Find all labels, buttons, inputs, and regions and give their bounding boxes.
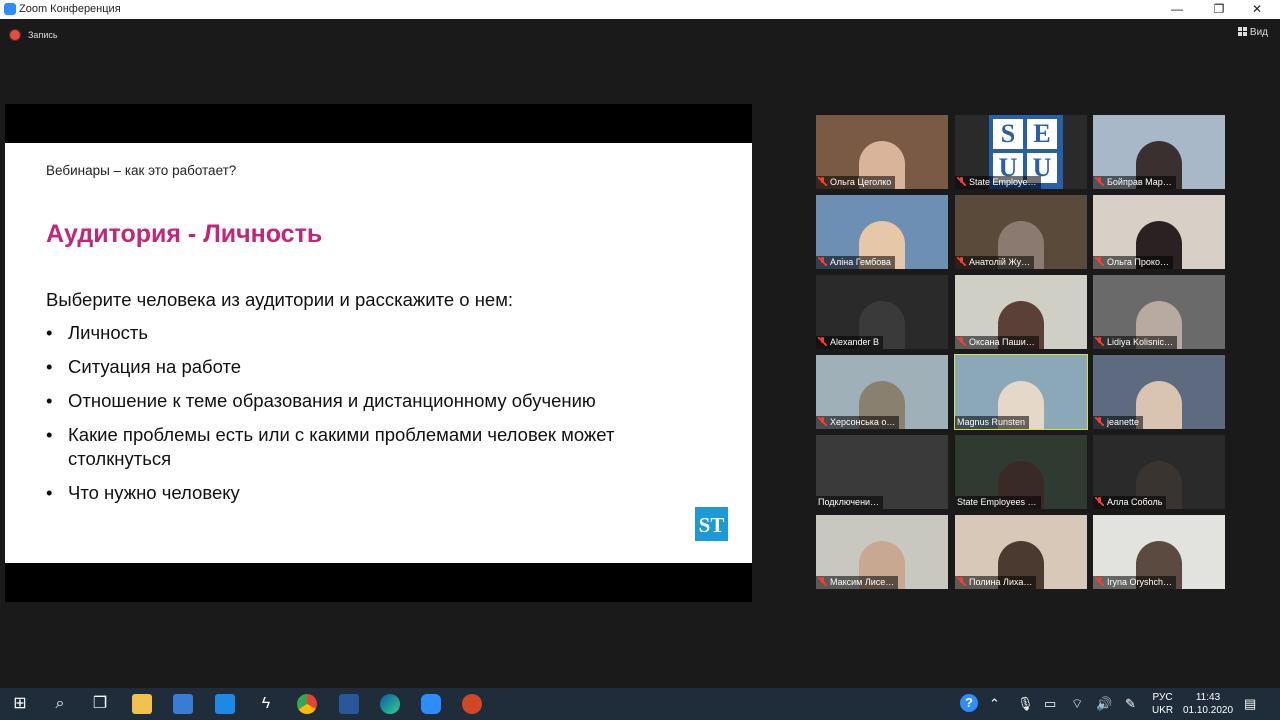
zoom-app-icon (4, 3, 16, 15)
muted-mic-icon (957, 257, 966, 266)
minimize-button[interactable]: — (1162, 1, 1192, 18)
help-icon[interactable]: ? (960, 694, 978, 712)
muted-mic-icon (818, 577, 827, 586)
slide-header: Вебинары – как это работает? (46, 163, 237, 178)
muted-mic-icon (1095, 417, 1104, 426)
participant-name: Lidiya Kolisnic… (1093, 336, 1178, 349)
participant-tile[interactable]: State Employees … (955, 435, 1087, 509)
participant-name: Максим Лисе… (816, 576, 899, 589)
mail-icon[interactable] (215, 694, 235, 714)
participant-name: Magnus Runsten (955, 416, 1030, 429)
participant-tile[interactable]: Lidiya Kolisnic… (1093, 275, 1225, 349)
recording-icon (10, 30, 20, 40)
meeting-toolbar: Запись Вид (0, 19, 1280, 49)
maximize-button[interactable]: ❐ (1204, 1, 1234, 18)
participant-tile[interactable]: Подключени… (816, 435, 948, 509)
muted-mic-icon (818, 337, 827, 346)
participant-tile[interactable]: S E U U State Employe… (955, 115, 1087, 189)
muted-mic-icon (1095, 257, 1104, 266)
participant-tile[interactable]: Ольга Цеголко (816, 115, 948, 189)
participant-name: Оксана Паши… (955, 336, 1039, 349)
windows-start-icon[interactable]: ⊞ (10, 694, 30, 714)
muted-mic-icon (1095, 337, 1104, 346)
participant-name: State Employe… (955, 176, 1041, 189)
slide-bullet: • Отношение к теме образования и дистанци… (46, 390, 596, 411)
participant-tile[interactable]: Анатолій Жу… (955, 195, 1087, 269)
participant-tile[interactable]: Оксана Паши… (955, 275, 1087, 349)
st-logo: ST (695, 507, 728, 541)
input-language[interactable]: РУС UKR (1152, 691, 1173, 717)
zoom-taskbar-icon[interactable] (421, 694, 441, 714)
participant-name: Бойправ Мар… (1093, 176, 1176, 189)
participant-tile[interactable]: Аліна Гембова (816, 195, 948, 269)
participant-tile[interactable]: Ольга Проко… (1093, 195, 1225, 269)
participant-name: Полина Лиха… (955, 576, 1037, 589)
window-titlebar: Zoom Конференция — ❐ ✕ (0, 0, 1280, 19)
participant-tile[interactable]: Алла Соболь (1093, 435, 1225, 509)
app-bolt-icon[interactable]: ϟ (256, 694, 276, 714)
microphone-icon[interactable]: 🎙 (1017, 694, 1034, 714)
store-icon[interactable] (173, 694, 193, 714)
slide-bullet: • Какие проблемы есть или с какими пробле… (46, 424, 615, 469)
shared-screen: Вебинары – как это работает? Аудитория -… (5, 104, 752, 602)
muted-mic-icon (1095, 577, 1104, 586)
participant-tile[interactable]: Херсонська о… (816, 355, 948, 429)
participant-name: State Employees … (955, 496, 1041, 509)
participant-tile[interactable]: Iryna Oryshch… (1093, 515, 1225, 589)
view-button[interactable]: Вид (1237, 27, 1268, 38)
slide-heading: Аудитория - Личность (46, 220, 323, 248)
close-button[interactable]: ✕ (1242, 1, 1272, 18)
participant-tile[interactable]: Полина Лиха… (955, 515, 1087, 589)
powerpoint-icon[interactable] (462, 694, 482, 714)
muted-mic-icon (957, 177, 966, 186)
participant-name: jeanette (1093, 416, 1144, 429)
grid-view-icon (1237, 27, 1247, 36)
file-explorer-icon[interactable] (132, 694, 152, 714)
participant-name: Alexander B (816, 336, 884, 349)
network-icon[interactable]: ⌔ (1071, 694, 1083, 714)
participant-name: Iryna Oryshch… (1093, 576, 1177, 589)
task-view-icon[interactable]: ❐ (90, 694, 110, 714)
battery-icon[interactable]: ▭ (1044, 694, 1056, 714)
recording-label: Запись (28, 30, 58, 40)
participant-name: Аліна Гембова (816, 256, 895, 269)
edge-icon[interactable] (380, 694, 400, 714)
slide-intro: Выберите человека из аудитории и расскаж… (46, 289, 514, 310)
presentation-slide: Вебинары – как это работает? Аудитория -… (5, 143, 752, 563)
participant-tile[interactable]: Alexander B (816, 275, 948, 349)
participant-name: Ольга Цеголко (816, 176, 896, 189)
search-icon[interactable]: ⌕ (50, 694, 70, 714)
word-icon[interactable] (339, 694, 359, 714)
notifications-icon[interactable]: ▤ (1244, 694, 1256, 714)
muted-mic-icon (818, 257, 827, 266)
window-title: Zoom Конференция (19, 3, 121, 15)
muted-mic-icon (957, 577, 966, 586)
system-clock[interactable]: 11:43 01.10.2020 (1180, 691, 1236, 717)
muted-mic-icon (1095, 497, 1104, 506)
slide-bullet: • Что нужно человеку (46, 482, 240, 503)
participant-tile[interactable]: jeanette (1093, 355, 1225, 429)
participant-name: Ольга Проко… (1093, 256, 1173, 269)
volume-icon[interactable]: 🔊 (1096, 694, 1112, 714)
windows-taskbar: ⊞ ⌕ ❐ ϟ ? ⌃ 🎙 ▭ ⌔ 🔊 ✎ РУС UKR 11:43 01.10.… (0, 688, 1280, 720)
muted-mic-icon (818, 417, 827, 426)
participant-tile[interactable]: Бойправ Мар… (1093, 115, 1225, 189)
muted-mic-icon (957, 337, 966, 346)
view-label: Вид (1249, 27, 1268, 38)
participant-name: Подключени… (816, 496, 884, 509)
chrome-icon[interactable] (297, 694, 317, 714)
participant-name: Херсонська о… (816, 416, 900, 429)
muted-mic-icon (818, 177, 827, 186)
pen-icon[interactable]: ✎ (1125, 694, 1136, 714)
participant-name: Алла Соболь (1093, 496, 1167, 509)
slide-bullet: • Ситуация на работе (46, 356, 242, 377)
participant-name: Анатолій Жу… (955, 256, 1035, 269)
tray-chevron-icon[interactable]: ⌃ (989, 694, 1000, 714)
slide-bullet-list: • Личность • Ситуация на работе • Отношение… (46, 321, 646, 515)
muted-mic-icon (1095, 177, 1104, 186)
slide-bullet: • Личность (46, 322, 148, 343)
participant-tile[interactable]: Максим Лисе… (816, 515, 948, 589)
participant-tile[interactable]: Magnus Runsten (954, 354, 1088, 430)
